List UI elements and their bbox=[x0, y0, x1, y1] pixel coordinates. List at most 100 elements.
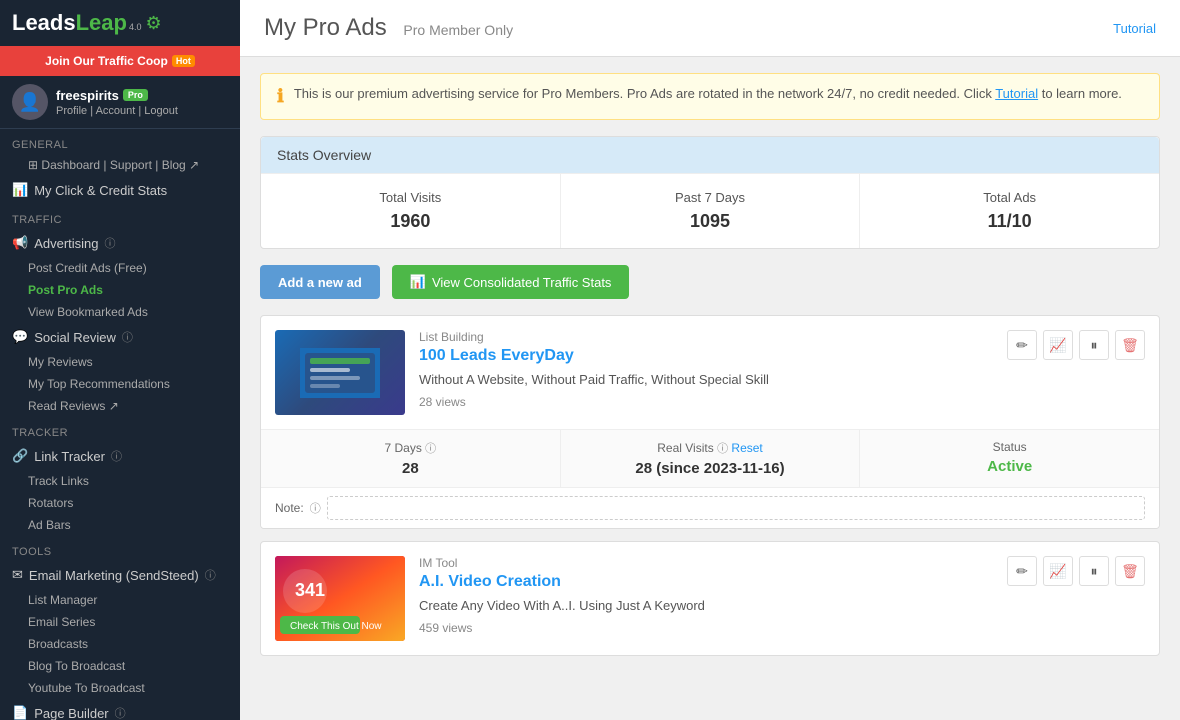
sidebar-item-page-builder[interactable]: 📄 Page Builder ⓘ bbox=[0, 699, 240, 720]
info-tutorial-link[interactable]: Tutorial bbox=[995, 86, 1038, 101]
sidebar-item-my-reviews[interactable]: My Reviews bbox=[0, 351, 240, 373]
ad-thumb-1-svg bbox=[300, 348, 380, 398]
sidebar-item-track-links[interactable]: Track Links bbox=[0, 470, 240, 492]
sidebar-item-link-tracker[interactable]: 🔗 Link Tracker ⓘ bbox=[0, 442, 240, 470]
social-review-icon: 💬 bbox=[12, 329, 28, 345]
external-icon: ↗ bbox=[189, 158, 199, 172]
ad-1-delete-button[interactable]: 🗑 bbox=[1115, 330, 1145, 360]
ad-thumb-2-svg: 341 Check This Out Now bbox=[275, 556, 405, 641]
logo: LeadsLeap bbox=[12, 10, 127, 36]
ad-1-status-cell: Status Active bbox=[860, 430, 1159, 487]
note-info-icon[interactable]: ⓘ bbox=[310, 500, 321, 516]
ad-1-status-value: Active bbox=[870, 458, 1149, 475]
ad-1-views: 28 views bbox=[419, 395, 993, 409]
ad-1-realvisits-cell: Real Visits ⓘ Reset 28 (since 2023-11-16… bbox=[561, 430, 861, 487]
tutorial-link[interactable]: Tutorial bbox=[1113, 21, 1156, 36]
sidebar-item-list-manager[interactable]: List Manager bbox=[0, 589, 240, 611]
account-link[interactable]: Account bbox=[96, 105, 136, 117]
ad-1-edit-button[interactable]: ✏ bbox=[1007, 330, 1037, 360]
ad-card-1-info: List Building 100 Leads EveryDay Without… bbox=[419, 330, 993, 409]
info-text-before: This is our premium advertising service … bbox=[294, 86, 992, 101]
social-review-label: Social Review bbox=[34, 330, 116, 345]
svg-text:Check This Out Now: Check This Out Now bbox=[290, 621, 382, 632]
ad-2-views: 459 views bbox=[419, 621, 993, 635]
ad-1-chart-button[interactable]: 📈 bbox=[1043, 330, 1073, 360]
ad-2-title[interactable]: A.I. Video Creation bbox=[419, 573, 993, 591]
ad-card-1: List Building 100 Leads EveryDay Without… bbox=[260, 315, 1160, 529]
page-builder-info-icon[interactable]: ⓘ bbox=[115, 705, 126, 720]
page-title-text: My Pro Ads bbox=[264, 14, 387, 41]
ad-2-pause-button[interactable]: ⏸ bbox=[1079, 556, 1109, 586]
sidebar-item-post-pro-ads[interactable]: Post Pro Ads bbox=[0, 279, 240, 301]
stat-total-ads-label: Total Ads bbox=[876, 190, 1143, 205]
ad-2-delete-button[interactable]: 🗑 bbox=[1115, 556, 1145, 586]
page-builder-icon: 📄 bbox=[12, 705, 28, 720]
ad-1-stats-row: 7 Days ⓘ 28 Real Visits ⓘ Reset 28 (sinc… bbox=[261, 429, 1159, 487]
ad-1-pause-button[interactable]: ⏸ bbox=[1079, 330, 1109, 360]
stat-total-ads-value: 11/10 bbox=[876, 211, 1143, 232]
stats-row: Total Visits 1960 Past 7 Days 1095 Total… bbox=[261, 173, 1159, 248]
info-icon: ℹ bbox=[277, 86, 284, 107]
ad-2-chart-button[interactable]: 📈 bbox=[1043, 556, 1073, 586]
note-label: Note: bbox=[275, 501, 304, 515]
social-review-info-icon[interactable]: ⓘ bbox=[122, 329, 133, 345]
advertising-icon: 📢 bbox=[12, 235, 28, 251]
main-header: My Pro Ads Pro Member Only Tutorial bbox=[240, 0, 1180, 57]
ad-thumb-2: 341 Check This Out Now bbox=[275, 556, 405, 641]
sidebar-item-youtube-to-broadcast[interactable]: Youtube To Broadcast bbox=[0, 677, 240, 699]
chart-icon: 📊 bbox=[410, 274, 426, 290]
7days-info-icon[interactable]: ⓘ bbox=[425, 443, 436, 455]
ad-2-category: IM Tool bbox=[419, 556, 993, 570]
logo-icon: ⚙ bbox=[145, 13, 161, 34]
sidebar-item-read-reviews[interactable]: Read Reviews ↗ bbox=[0, 395, 240, 417]
sidebar-item-click-credit[interactable]: 📊 My Click & Credit Stats bbox=[0, 176, 240, 204]
ad-2-desc: Create Any Video With A..I. Using Just A… bbox=[419, 596, 993, 616]
stat-past-7-value: 1095 bbox=[577, 211, 844, 232]
ad-1-7days-value: 28 bbox=[271, 460, 550, 477]
sidebar-item-email-series[interactable]: Email Series bbox=[0, 611, 240, 633]
svg-text:341: 341 bbox=[295, 580, 325, 600]
link-tracker-info-icon[interactable]: ⓘ bbox=[111, 448, 122, 464]
ad-thumb-1 bbox=[275, 330, 405, 415]
add-new-ad-button[interactable]: Add a new ad bbox=[260, 265, 380, 299]
sidebar-item-view-bookmarked[interactable]: View Bookmarked Ads bbox=[0, 301, 240, 323]
ad-2-edit-button[interactable]: ✏ bbox=[1007, 556, 1037, 586]
logo-bar: LeadsLeap 4.0 ⚙ bbox=[0, 0, 240, 46]
note-input[interactable] bbox=[327, 496, 1145, 520]
reset-link[interactable]: Reset bbox=[731, 441, 762, 455]
ad-1-category: List Building bbox=[419, 330, 993, 344]
sidebar-item-blog-to-broadcast[interactable]: Blog To Broadcast bbox=[0, 655, 240, 677]
user-info: freespirits Pro Profile | Account | Logo… bbox=[56, 88, 228, 117]
sidebar-item-rotators[interactable]: Rotators bbox=[0, 492, 240, 514]
sidebar-item-dashboard[interactable]: ⊞ Dashboard | Support | Blog ↗ bbox=[0, 154, 240, 176]
stat-total-visits: Total Visits 1960 bbox=[261, 174, 561, 248]
general-icon: ⊞ bbox=[28, 158, 38, 172]
stat-past-7-days: Past 7 Days 1095 bbox=[561, 174, 861, 248]
section-general: General bbox=[0, 133, 240, 154]
stats-icon: 📊 bbox=[12, 182, 28, 198]
ad-2-actions: ✏ 📈 ⏸ 🗑 bbox=[1007, 556, 1145, 586]
ad-1-desc: Without A Website, Without Paid Traffic,… bbox=[419, 370, 993, 390]
profile-link[interactable]: Profile bbox=[56, 105, 87, 117]
logout-link[interactable]: Logout bbox=[144, 105, 178, 117]
sidebar-item-social-review[interactable]: 💬 Social Review ⓘ bbox=[0, 323, 240, 351]
sidebar-item-ad-bars[interactable]: Ad Bars bbox=[0, 514, 240, 536]
email-icon: ✉ bbox=[12, 567, 23, 583]
sidebar-item-advertising[interactable]: 📢 Advertising ⓘ bbox=[0, 229, 240, 257]
sidebar-item-email-marketing[interactable]: ✉ Email Marketing (SendSteed) ⓘ bbox=[0, 561, 240, 589]
view-traffic-stats-button[interactable]: 📊 View Consolidated Traffic Stats bbox=[392, 265, 630, 299]
email-info-icon[interactable]: ⓘ bbox=[205, 567, 216, 583]
link-tracker-label: Link Tracker bbox=[34, 449, 105, 464]
stats-card: Stats Overview Total Visits 1960 Past 7 … bbox=[260, 136, 1160, 249]
info-banner-text: This is our premium advertising service … bbox=[294, 86, 1122, 101]
traffic-coop-button[interactable]: Join Our Traffic Coop Hot bbox=[0, 46, 240, 76]
advertising-info-icon[interactable]: ⓘ bbox=[105, 235, 116, 251]
realvisits-info-icon[interactable]: ⓘ bbox=[717, 443, 728, 455]
ad-1-note-row: Note: ⓘ bbox=[261, 487, 1159, 528]
ad-1-title[interactable]: 100 Leads EveryDay bbox=[419, 347, 993, 365]
sidebar-item-post-credit-ads[interactable]: Post Credit Ads (Free) bbox=[0, 257, 240, 279]
stat-total-ads: Total Ads 11/10 bbox=[860, 174, 1159, 248]
advertising-label: Advertising bbox=[34, 236, 98, 251]
sidebar-item-broadcasts[interactable]: Broadcasts bbox=[0, 633, 240, 655]
sidebar-item-top-recommendations[interactable]: My Top Recommendations bbox=[0, 373, 240, 395]
